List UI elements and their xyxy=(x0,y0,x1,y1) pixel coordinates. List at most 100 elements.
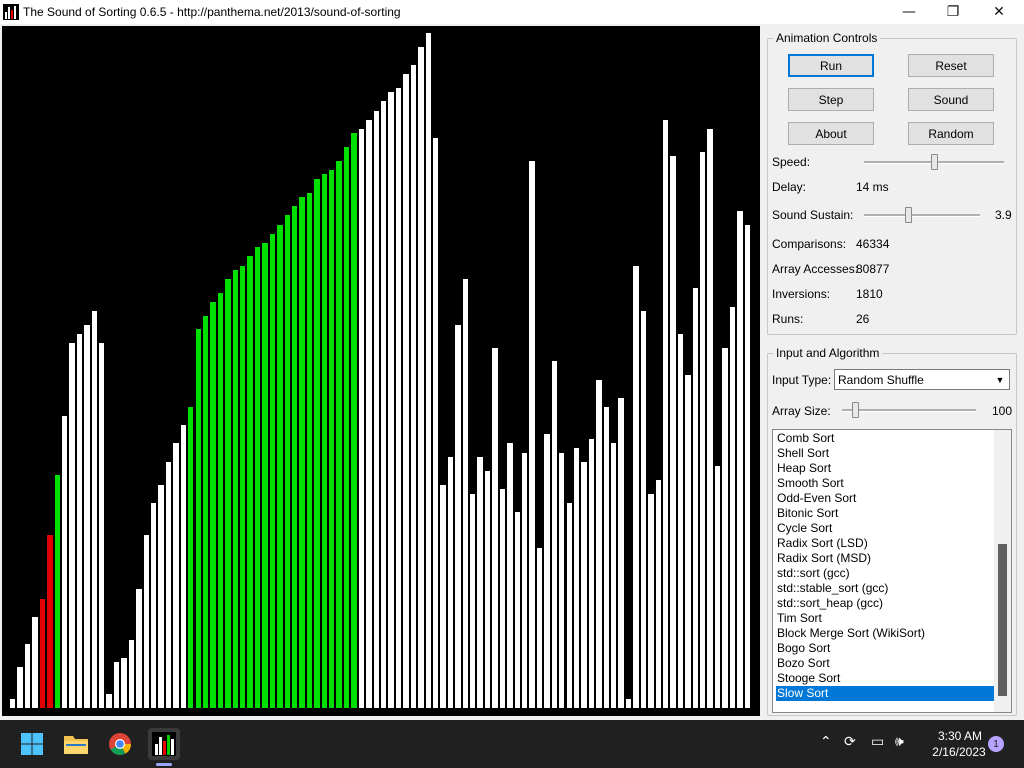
sort-bar xyxy=(722,348,728,708)
algorithm-item[interactable]: Tim Sort xyxy=(776,611,822,626)
array-size-slider-thumb[interactable] xyxy=(852,402,859,418)
sort-bar xyxy=(269,234,276,708)
array-size-value: 100 xyxy=(992,404,1013,418)
sound-button[interactable]: Sound xyxy=(908,88,994,111)
sort-bar xyxy=(403,74,409,708)
algorithm-item[interactable]: Bogo Sort xyxy=(776,641,830,656)
comparisons-label: Comparisons: xyxy=(772,237,847,251)
algorithm-item[interactable]: std::sort_heap (gcc) xyxy=(776,596,883,611)
algorithm-item[interactable]: Smooth Sort xyxy=(776,476,844,491)
sort-bar xyxy=(143,535,149,708)
array-size-slider[interactable] xyxy=(842,402,976,420)
scrollbar-thumb[interactable] xyxy=(998,544,1007,696)
sound-of-sorting-icon[interactable] xyxy=(148,728,180,766)
sort-bar xyxy=(17,667,23,708)
speed-slider[interactable] xyxy=(864,154,1004,172)
app-icon xyxy=(3,4,19,20)
file-explorer-icon[interactable] xyxy=(60,728,92,760)
clock-date[interactable]: 2/16/2023 xyxy=(924,745,994,759)
algorithm-item[interactable]: std::stable_sort (gcc) xyxy=(776,581,888,596)
algorithm-item[interactable]: Comb Sort xyxy=(776,431,834,446)
sort-bar xyxy=(521,453,528,708)
algorithm-item[interactable]: Radix Sort (MSD) xyxy=(776,551,871,566)
sort-bar xyxy=(39,599,46,708)
chrome-icon[interactable] xyxy=(104,728,136,760)
sort-bar xyxy=(232,270,238,708)
sort-bar xyxy=(685,375,691,708)
sort-bar xyxy=(588,439,595,708)
reset-button[interactable]: Reset xyxy=(908,54,994,77)
sound-sustain-slider[interactable] xyxy=(864,207,980,225)
sort-bar xyxy=(447,457,454,708)
volume-icon[interactable]: 🕪 xyxy=(895,734,904,750)
sort-bar xyxy=(440,485,446,708)
algorithm-item[interactable]: Odd-Even Sort xyxy=(776,491,856,506)
taskbar: ⌃ ⟳ ▭ 🕪 3:30 AM 2/16/2023 1 xyxy=(0,720,1024,768)
algorithm-item[interactable]: Block Merge Sort (WikiSort) xyxy=(776,626,925,641)
algorithm-item[interactable]: Radix Sort (LSD) xyxy=(776,536,868,551)
sound-sustain-value: 3.9 xyxy=(995,208,1012,222)
delay-label: Delay: xyxy=(772,180,807,194)
sort-bar xyxy=(343,147,350,708)
sort-bar xyxy=(507,443,513,708)
sort-bar xyxy=(381,101,387,708)
sort-bar xyxy=(113,662,120,708)
sort-bar xyxy=(692,288,699,708)
sort-bar xyxy=(225,279,231,708)
sort-bar xyxy=(388,92,394,708)
chevron-down-icon[interactable]: ▼ xyxy=(992,371,1008,388)
sort-bar xyxy=(714,466,721,708)
sound-sustain-slider-thumb[interactable] xyxy=(905,207,912,223)
algorithm-list[interactable]: Comb Sort Shell Sort Heap Sort Smooth Sort O… xyxy=(772,429,1012,713)
algorithm-item[interactable]: Cycle Sort xyxy=(776,521,832,536)
about-button[interactable]: About xyxy=(788,122,874,145)
array-size-label: Array Size: xyxy=(772,404,831,418)
minimize-button[interactable]: — xyxy=(886,0,932,24)
sort-bar xyxy=(180,425,187,708)
algorithm-item[interactable]: Bozo Sort xyxy=(776,656,830,671)
control-panel: Animation Controls Run Reset Step Sound … xyxy=(762,24,1024,718)
sort-bar xyxy=(299,197,305,708)
speed-slider-thumb[interactable] xyxy=(931,154,938,170)
windows-start-icon[interactable] xyxy=(16,728,48,760)
network-icon[interactable]: ▭ xyxy=(871,734,884,750)
close-button[interactable]: ✕ xyxy=(976,0,1022,24)
sort-bar xyxy=(603,407,609,708)
random-button[interactable]: Random xyxy=(908,122,994,145)
algorithm-item[interactable]: std::sort (gcc) xyxy=(776,566,850,581)
array-accesses-label: Array Accesses: xyxy=(772,262,859,276)
algorithm-item[interactable]: Stooge Sort xyxy=(776,671,840,686)
sort-bar xyxy=(470,494,476,708)
title-bar: The Sound of Sorting 0.6.5 - http://pant… xyxy=(0,0,1024,24)
chevron-up-icon[interactable]: ⌃ xyxy=(820,734,832,750)
sort-bar xyxy=(10,699,16,708)
sort-bar xyxy=(648,494,654,708)
sort-bar xyxy=(150,503,157,708)
sort-bar xyxy=(707,129,713,708)
algorithm-item[interactable]: Heap Sort xyxy=(776,461,831,476)
sort-bar xyxy=(499,489,506,708)
algorithm-list-scrollbar[interactable] xyxy=(994,430,1011,712)
algorithm-item[interactable]: Shell Sort xyxy=(776,446,829,461)
sort-bar xyxy=(366,120,372,708)
inversions-value: 1810 xyxy=(856,287,883,301)
sort-bar xyxy=(566,503,572,708)
maximize-button[interactable]: ❐ xyxy=(930,0,976,24)
sort-bar xyxy=(581,462,587,708)
inversions-label: Inversions: xyxy=(772,287,831,301)
algorithm-item[interactable]: Bitonic Sort xyxy=(776,506,838,521)
active-app-indicator xyxy=(156,763,172,766)
speed-label: Speed: xyxy=(772,155,811,169)
sort-bar xyxy=(455,325,461,708)
sync-icon[interactable]: ⟳ xyxy=(844,734,856,750)
notification-badge[interactable]: 1 xyxy=(988,736,1004,752)
sort-bar xyxy=(670,156,676,708)
input-type-dropdown[interactable]: Random Shuffle ▼ xyxy=(834,369,1010,390)
clock-time[interactable]: 3:30 AM xyxy=(930,729,990,743)
algorithm-item[interactable]: Slow Sort xyxy=(776,686,994,701)
sort-bar xyxy=(202,316,209,708)
step-button[interactable]: Step xyxy=(788,88,874,111)
run-button[interactable]: Run xyxy=(788,54,874,77)
sort-bar xyxy=(165,462,172,708)
sort-bar xyxy=(410,65,417,708)
